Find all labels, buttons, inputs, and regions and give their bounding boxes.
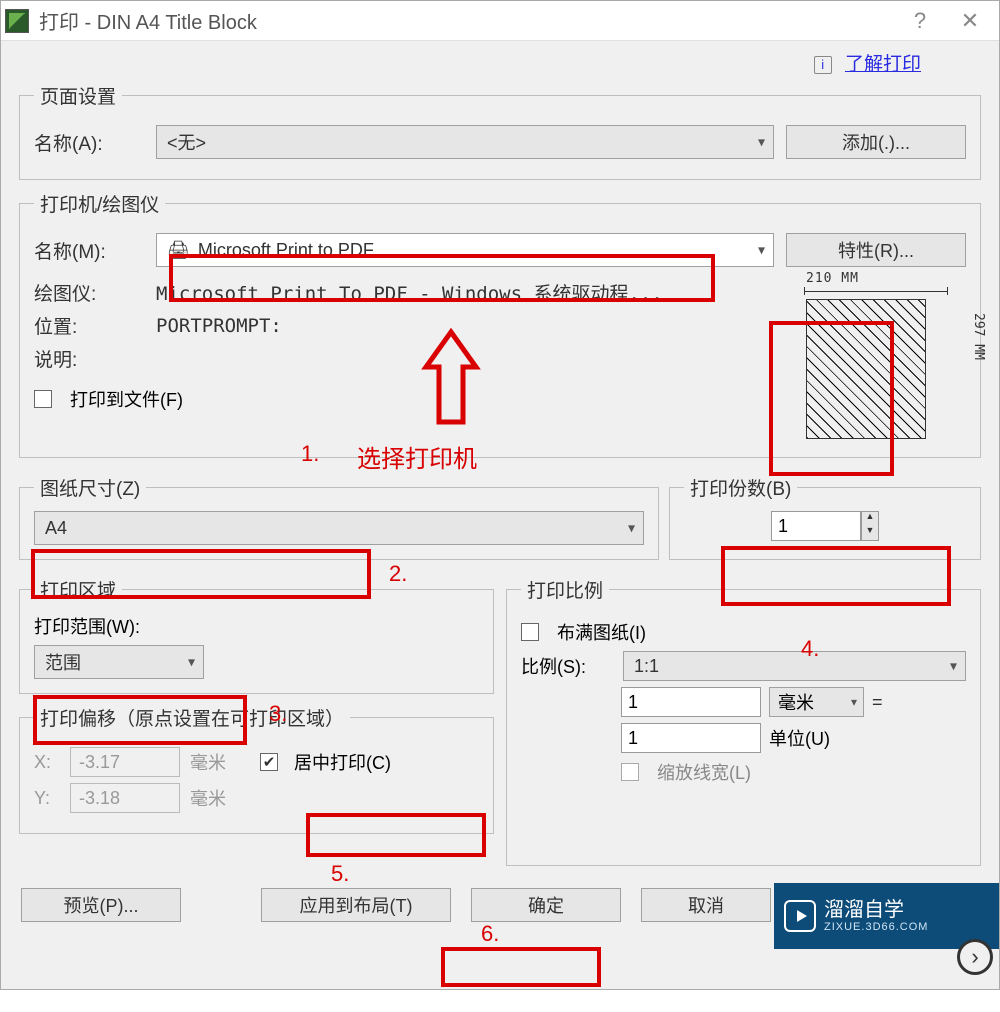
chevron-down-icon: ▾: [851, 695, 857, 709]
scale-legend: 打印比例: [521, 576, 609, 603]
copies-legend: 打印份数(B): [684, 474, 797, 501]
cancel-button[interactable]: 取消: [641, 888, 771, 922]
print-range-label: 打印范围(W):: [34, 613, 479, 639]
printer-group: 打印机/绘图仪 名称(M): 🖨 Microsoft Print to PDF …: [19, 190, 981, 458]
printer-legend: 打印机/绘图仪: [34, 190, 165, 217]
pageset-name-value: <无>: [167, 129, 206, 155]
paper-height-label: 297 MM: [971, 313, 986, 360]
properties-button[interactable]: 特性(R)...: [786, 233, 966, 267]
page-setup-group: 页面设置 名称(A): <无> ▾ 添加(.)...: [19, 82, 981, 180]
location-label: 位置:: [34, 312, 144, 339]
print-range-combo[interactable]: 范围 ▾: [34, 645, 204, 679]
offset-x-label: X:: [34, 752, 60, 773]
add-button[interactable]: 添加(.)...: [786, 125, 966, 159]
plotter-label: 绘图仪:: [34, 279, 144, 306]
paper-size-group: 图纸尺寸(Z) A4 ▾: [19, 474, 659, 560]
app-icon: [5, 9, 29, 33]
scale-lw-label: 缩放线宽(L): [657, 759, 751, 785]
printer-name-label: 名称(M):: [34, 237, 144, 264]
copies-spinner[interactable]: ▲▼: [861, 511, 879, 541]
learn-print-link[interactable]: 了解打印: [845, 54, 921, 75]
ratio-value: 1:1: [634, 656, 659, 677]
scale-lw-checkbox[interactable]: [621, 763, 639, 781]
chevron-down-icon: ▾: [950, 658, 957, 675]
print-to-file-checkbox[interactable]: [34, 390, 52, 408]
offset-y-unit: 毫米: [190, 785, 226, 811]
watermark-sub: ZIXUE.3D66.COM: [824, 921, 928, 933]
print-to-file-label: 打印到文件(F): [70, 386, 183, 412]
expand-icon[interactable]: ›: [957, 939, 993, 975]
watermark-title: 溜溜自学: [824, 899, 928, 921]
print-area-legend: 打印区域: [34, 576, 122, 603]
location-value: PORTPROMPT:: [156, 315, 282, 337]
offset-legend: 打印偏移（原点设置在可打印区域）: [34, 704, 350, 731]
learn-print-row: i 了解打印: [19, 49, 981, 76]
print-range-value: 范围: [45, 649, 81, 675]
print-area-group: 打印区域 打印范围(W): 范围 ▾: [19, 576, 494, 694]
info-icon: i: [814, 56, 832, 74]
printer-name-combo[interactable]: 🖨 Microsoft Print to PDF ▾: [156, 233, 774, 267]
titlebar: 打印 - DIN A4 Title Block ? ✕: [1, 1, 999, 41]
plotter-value: Microsoft Print To PDF - Windows 系统驱动程..…: [156, 279, 663, 306]
paper-size-combo[interactable]: A4 ▾: [34, 511, 644, 545]
center-label: 居中打印(C): [294, 749, 391, 775]
copies-group: 打印份数(B) 1 ▲▼: [669, 474, 981, 560]
scale-unit2-label: 单位(U): [769, 725, 864, 751]
offset-x-input: -3.17: [70, 747, 180, 777]
desc-label: 说明:: [34, 345, 144, 372]
pageset-name-combo[interactable]: <无> ▾: [156, 125, 774, 159]
print-dialog: 打印 - DIN A4 Title Block ? ✕ i 了解打印 页面设置 …: [0, 0, 1000, 990]
offset-y-label: Y:: [34, 788, 60, 809]
preview-button[interactable]: 预览(P)...: [21, 888, 181, 922]
fit-label: 布满图纸(I): [557, 619, 646, 645]
apply-button[interactable]: 应用到布局(T): [261, 888, 451, 922]
scale-num2-input[interactable]: 1: [621, 723, 761, 753]
offset-x-unit: 毫米: [190, 749, 226, 775]
window-title: 打印 - DIN A4 Title Block: [39, 6, 895, 35]
pageset-name-label: 名称(A):: [34, 129, 144, 156]
anno-box-6: [441, 947, 601, 987]
play-icon: [784, 900, 816, 932]
paper-width-label: 210 MM: [806, 271, 859, 286]
ratio-label: 比例(S):: [521, 653, 611, 679]
offset-group: 打印偏移（原点设置在可打印区域） X: -3.17 毫米 居中打印(C) Y: …: [19, 704, 494, 834]
close-icon[interactable]: ✕: [945, 8, 995, 34]
scale-unit1-combo[interactable]: 毫米 ▾: [769, 687, 864, 717]
page-setup-legend: 页面设置: [34, 82, 122, 109]
fit-checkbox[interactable]: [521, 623, 539, 641]
offset-y-input: -3.18: [70, 783, 180, 813]
printer-name-value: Microsoft Print to PDF: [198, 240, 374, 261]
scale-num1-input[interactable]: 1: [621, 687, 761, 717]
paper-size-legend: 图纸尺寸(Z): [34, 474, 146, 501]
chevron-down-icon: ▾: [758, 242, 765, 259]
scale-group: 打印比例 布满图纸(I) 比例(S): 1:1 ▾ 1: [506, 576, 981, 866]
center-checkbox[interactable]: [260, 753, 278, 771]
copies-input[interactable]: 1: [771, 511, 861, 541]
ratio-combo[interactable]: 1:1 ▾: [623, 651, 966, 681]
ok-button[interactable]: 确定: [471, 888, 621, 922]
chevron-down-icon: ▾: [188, 654, 195, 671]
chevron-down-icon: ▾: [758, 134, 765, 151]
paper-size-value: A4: [45, 518, 67, 539]
watermark: 溜溜自学 ZIXUE.3D66.COM: [774, 883, 999, 949]
chevron-down-icon: ▾: [628, 520, 635, 537]
help-icon[interactable]: ?: [895, 8, 945, 34]
paper-preview: 210 MM 297 MM: [796, 273, 966, 443]
